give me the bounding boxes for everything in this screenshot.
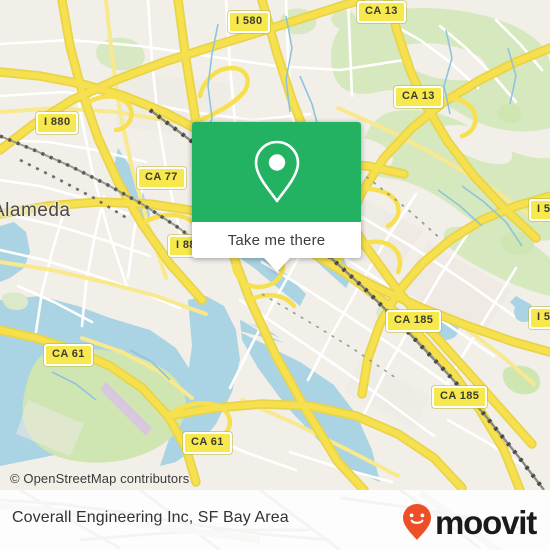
location-title: Coverall Engineering Inc, SF Bay Area (12, 509, 289, 526)
map-pin-icon (254, 140, 299, 203)
footer-bar: Coverall Engineering Inc, SF Bay Area mo… (0, 490, 550, 550)
road-shield-i880-upper[interactable]: I 880 (36, 112, 79, 134)
road-shield-i580-north[interactable]: I 580 (228, 11, 271, 33)
road-shield-i580-east-lower[interactable]: I 580 (529, 307, 550, 329)
road-shield-ca185-upper[interactable]: CA 185 (386, 310, 442, 332)
popup-pointer-tail (263, 258, 290, 272)
place-label-alameda: Alameda (0, 200, 71, 221)
take-me-there-label: Take me there (227, 231, 326, 249)
map-canvas[interactable]: Alameda I 580 CA 13 CA 13 I 880 CA 77 I … (0, 0, 550, 490)
map-screenshot-page: Alameda I 580 CA 13 CA 13 I 880 CA 77 I … (0, 0, 550, 550)
road-shield-ca185-lower[interactable]: CA 185 (432, 386, 488, 408)
location-popup-card[interactable]: Take me there (192, 122, 361, 272)
road-shield-i580-east-upper[interactable]: I 580 (529, 199, 550, 221)
moovit-logo[interactable]: moovit (401, 503, 537, 541)
moovit-wordmark: moovit (435, 503, 537, 541)
popup-footer[interactable]: Take me there (192, 222, 361, 272)
osm-attribution[interactable]: © OpenStreetMap contributors (10, 471, 189, 486)
road-shield-ca77[interactable]: CA 77 (137, 167, 186, 189)
road-shield-ca61-lower[interactable]: CA 61 (183, 432, 232, 454)
popup-header (192, 122, 361, 222)
road-shield-ca61-upper[interactable]: CA 61 (44, 344, 93, 366)
road-shield-ca13-upper[interactable]: CA 13 (357, 1, 406, 23)
moovit-pin-icon (403, 504, 432, 540)
road-shield-ca13-lower[interactable]: CA 13 (394, 86, 443, 108)
